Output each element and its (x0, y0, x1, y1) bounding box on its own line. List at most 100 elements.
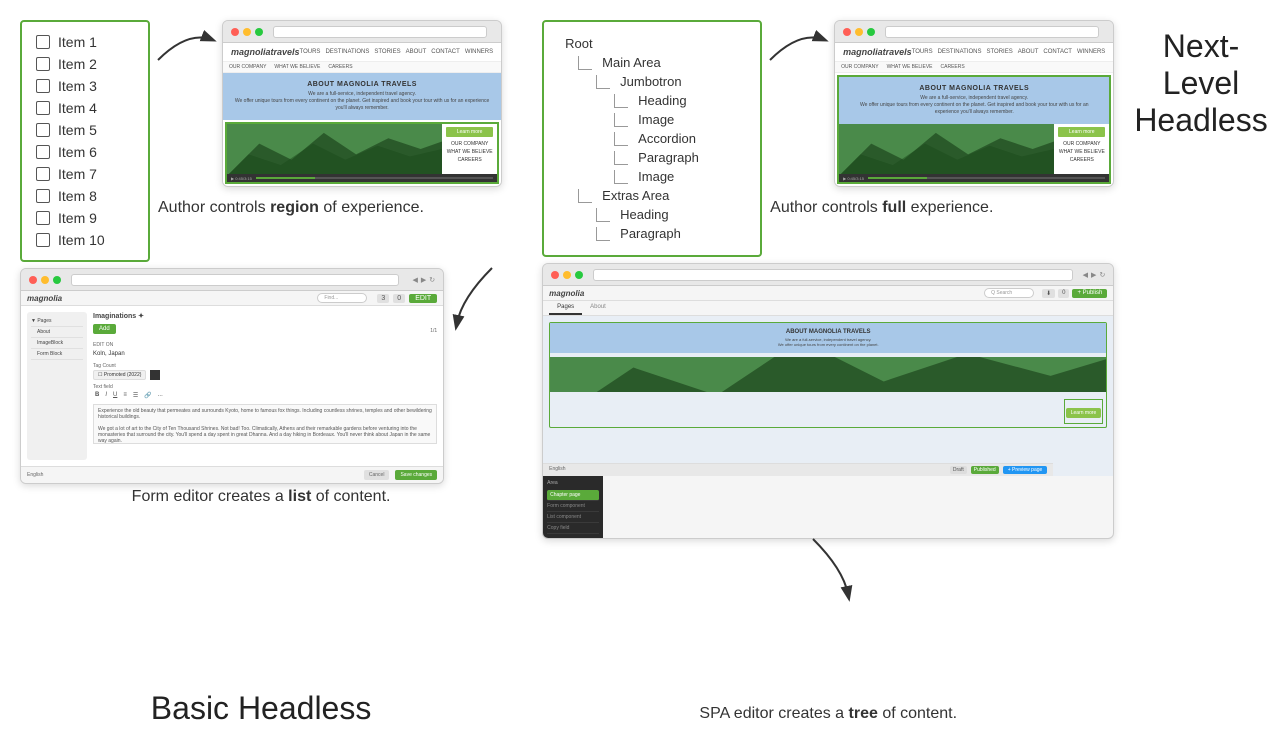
cancel-btn[interactable]: Cancel (364, 470, 390, 480)
max-dot-r[interactable] (867, 28, 875, 36)
site-nav: magnoliatravels TOURS DESTINATIONS STORI… (223, 43, 501, 62)
close-dot[interactable] (231, 28, 239, 36)
spa-max[interactable] (575, 271, 583, 279)
tree-connector-main (578, 56, 592, 70)
form-min[interactable] (41, 276, 49, 284)
link-careers[interactable]: CAREERS (446, 156, 493, 164)
spa-search[interactable]: Q Search (984, 288, 1034, 298)
left-section-title: Basic Headless (151, 690, 372, 727)
btn-more[interactable]: ... (156, 391, 165, 400)
tree-accordion: Accordion (560, 129, 744, 148)
item-1-checkbox[interactable] (36, 35, 50, 49)
text-content[interactable]: Experience the old beauty that permeates… (93, 404, 437, 444)
tree-connector-heading2 (596, 208, 610, 222)
spa-sidebar-chapter[interactable]: Chapter page (547, 490, 599, 501)
btn-list[interactable]: ☰ (131, 391, 140, 400)
hero-text-r: We are a full-service, independent trave… (847, 95, 1101, 116)
left-half: Item 1 Item 2 Item 3 Item 4 (20, 20, 502, 727)
btn-bold[interactable]: B (93, 391, 101, 400)
nav-about-r: ABOUT (1018, 49, 1039, 55)
min-dot-r[interactable] (855, 28, 863, 36)
spa-sidebar-list[interactable]: List component (547, 512, 599, 523)
spa-draft: Draft (950, 466, 967, 474)
sidebar-formblock[interactable]: Form Block (31, 349, 83, 360)
address-bar-r[interactable] (885, 26, 1099, 38)
sidebar-pages[interactable]: ▼ Pages (31, 316, 83, 327)
link-believe-r[interactable]: WHAT WE BELIEVE (1058, 148, 1105, 156)
list-item-9: Item 9 (36, 208, 134, 228)
sidebar-content: Learn more OUR COMPANY WHAT WE BELIEVE C… (442, 124, 497, 174)
progress-fill (256, 177, 315, 179)
link-company[interactable]: OUR COMPANY (446, 140, 493, 148)
btn-align[interactable]: ≡ (121, 391, 129, 400)
item-5-checkbox[interactable] (36, 123, 50, 137)
browser-content: magnoliatravels TOURS DESTINATIONS STORI… (223, 43, 501, 186)
hero-region-r: ABOUT MAGNOLIA TRAVELS We are a full-ser… (837, 75, 1111, 184)
form-search[interactable]: Find... (317, 293, 367, 303)
spa-refresh[interactable]: ↻ (1099, 271, 1105, 279)
nav-winners-r: WINNERS (1077, 49, 1105, 55)
icon-refresh[interactable]: ↻ (429, 276, 435, 284)
save-btn[interactable]: Save changes (395, 470, 437, 480)
learn-more-r[interactable]: Learn more (1058, 127, 1105, 137)
btn-underline[interactable]: U (111, 391, 119, 400)
tree-connector-extras (578, 189, 592, 203)
sidebar-content-r: Learn more OUR COMPANY WHAT WE BELIEVE C… (1054, 124, 1109, 174)
spa-min[interactable] (563, 271, 571, 279)
close-dot-r[interactable] (843, 28, 851, 36)
icon-back[interactable]: ◀ (413, 276, 418, 284)
spa-hero-title: ABOUT MAGNOLIA TRAVELS (556, 329, 1100, 335)
link-believe[interactable]: WHAT WE BELIEVE (446, 148, 493, 156)
item-3-checkbox[interactable] (36, 79, 50, 93)
sidebar-imageblock[interactable]: ImageBlock (31, 338, 83, 349)
item-9-label: Item 9 (58, 210, 97, 226)
spa-sidebar-area-title: Area (547, 480, 599, 486)
link-company-r[interactable]: OUR COMPANY (1058, 140, 1105, 148)
tab-pages[interactable]: Pages (549, 301, 582, 315)
spa-learn-btn[interactable]: Learn more (1066, 408, 1102, 418)
tree-root: Root (560, 34, 744, 53)
tag-field[interactable]: ☐ Promoted (2022) (93, 370, 146, 380)
spa-sidebar-form[interactable]: Form component (547, 501, 599, 512)
list-item-4: Item 4 (36, 98, 134, 118)
spa-forward[interactable]: ▶ (1091, 271, 1096, 279)
spa-close[interactable] (551, 271, 559, 279)
sec-nav-believe: WHAT WE BELIEVE (274, 64, 320, 70)
jumbotron-label: Jumbotron (620, 74, 681, 89)
sidebar-about[interactable]: About (31, 327, 83, 338)
tree-connector-image1 (614, 113, 628, 127)
form-address[interactable] (71, 274, 399, 286)
form-max[interactable] (53, 276, 61, 284)
edit-btn[interactable]: EDIT (409, 294, 437, 303)
hero-image (227, 124, 442, 174)
link-careers-r[interactable]: CAREERS (1058, 156, 1105, 164)
btn-link[interactable]: 🔗 (142, 391, 153, 400)
spa-logo: magnolia (549, 289, 584, 298)
spa-publish-btn[interactable]: + Publish (1072, 289, 1107, 298)
minimize-dot[interactable] (243, 28, 251, 36)
learn-more-btn[interactable]: Learn more (446, 127, 493, 137)
item-4-checkbox[interactable] (36, 101, 50, 115)
btn-italic[interactable]: I (103, 391, 109, 400)
item-8-checkbox[interactable] (36, 189, 50, 203)
item-10-checkbox[interactable] (36, 233, 50, 247)
tab-about[interactable]: About (582, 301, 614, 315)
icon-forward[interactable]: ▶ (421, 276, 426, 284)
heading-2-label: Heading (620, 207, 668, 222)
spa-back[interactable]: ◀ (1083, 271, 1088, 279)
item-7-checkbox[interactable] (36, 167, 50, 181)
secondary-nav-r: OUR COMPANY WHAT WE BELIEVE CAREERS (835, 62, 1113, 73)
spa-preview-btn[interactable]: + Preview page (1003, 466, 1048, 474)
maximize-dot[interactable] (255, 28, 263, 36)
spa-learn-wrapper: Learn more (1064, 399, 1104, 424)
address-bar[interactable] (273, 26, 487, 38)
spa-address[interactable] (593, 269, 1073, 281)
tree-heading-1: Heading (560, 91, 744, 110)
spa-sidebar-copy[interactable]: Copy field (547, 523, 599, 534)
form-close[interactable] (29, 276, 37, 284)
form-add-btn[interactable]: Add (93, 324, 116, 334)
form-nav-strip: magnolia Find... 3 0 EDIT (21, 291, 443, 306)
item-9-checkbox[interactable] (36, 211, 50, 225)
item-2-checkbox[interactable] (36, 57, 50, 71)
item-6-checkbox[interactable] (36, 145, 50, 159)
